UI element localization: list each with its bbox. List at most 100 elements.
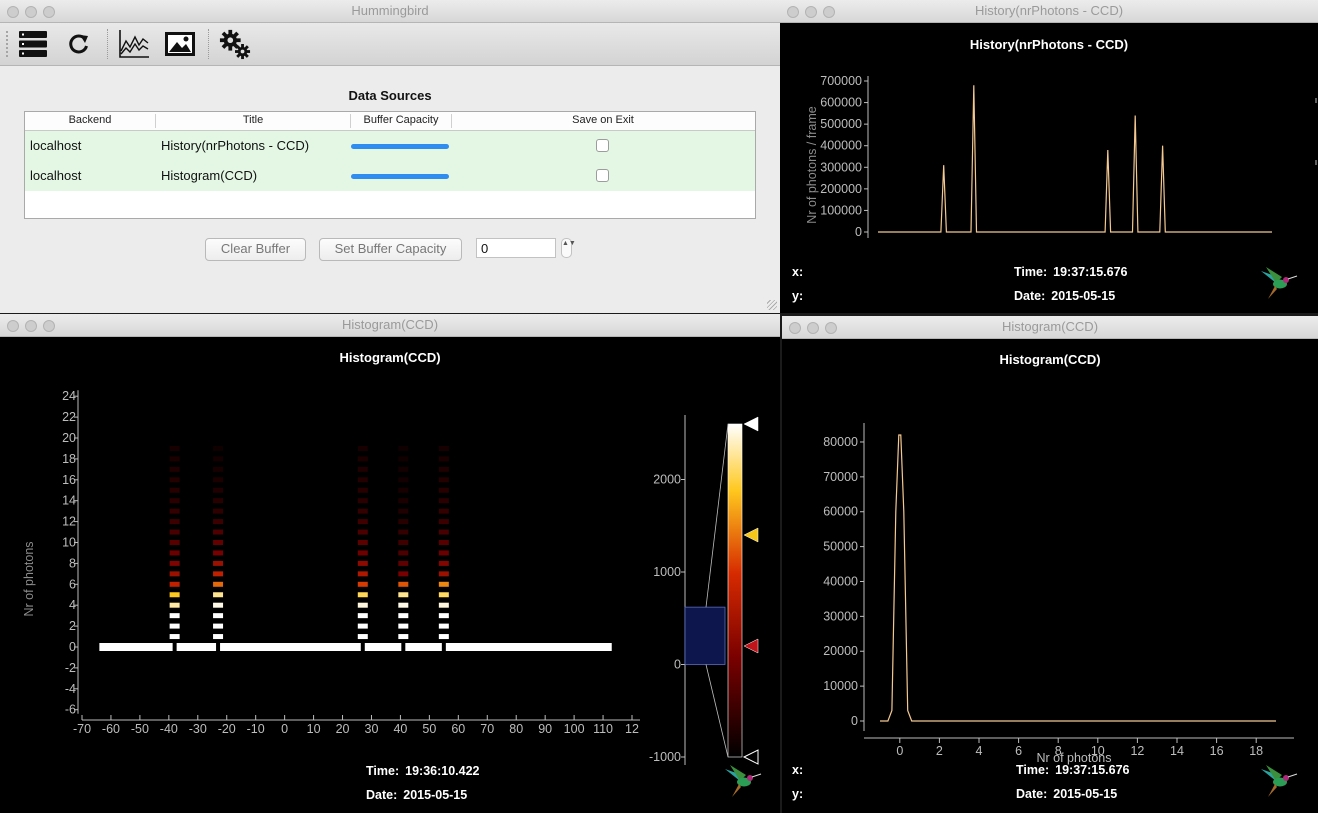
y-tick-label: -2 <box>65 661 76 675</box>
timestamp-time: Time: 19:37:15.676 <box>1014 265 1128 279</box>
heatmap-cell <box>398 634 409 640</box>
settings-gears-icon <box>219 29 251 60</box>
y-tick-label: 50000 <box>823 540 858 554</box>
column-header-save-on-exit[interactable]: Save on Exit <box>452 114 754 126</box>
capacity-stepper[interactable]: ▲▼ <box>561 238 576 258</box>
heatmap-cell <box>357 581 368 587</box>
y-axis-label: Nr of photons / frame <box>805 106 819 223</box>
window-title: Histogram(CCD) <box>1001 319 1099 334</box>
date-label: Date: <box>1014 289 1046 303</box>
y-tick-label: 500000 <box>820 117 862 131</box>
heatmap-cell <box>169 498 180 504</box>
y-tick-label: 40000 <box>823 574 858 588</box>
hummingbird-logo-icon <box>1261 765 1298 797</box>
heatmap-cell <box>169 550 180 556</box>
x-tick-label: 12 <box>1130 744 1144 758</box>
heatmap-cell <box>213 477 224 483</box>
settings-button[interactable] <box>219 28 251 60</box>
heatmap-cell <box>438 508 449 514</box>
timestamp-date: Date: 2015-05-15 <box>366 788 467 802</box>
gradient-handle <box>743 638 759 654</box>
x-tick-label: 12 <box>625 722 639 736</box>
x-tick-label: 16 <box>1210 744 1224 758</box>
y-tick-label: 300000 <box>820 160 862 174</box>
heatmap-cell <box>213 456 224 462</box>
hummingbird-logo-icon <box>725 765 762 797</box>
image-plot-button[interactable] <box>164 28 196 60</box>
heatmap-cell <box>398 613 409 619</box>
heatmap-cell <box>438 571 449 577</box>
x-tick-label: 2 <box>936 744 943 758</box>
heatmap-cell <box>438 623 449 629</box>
heatmap-cell <box>438 445 449 451</box>
x-tick-label: 20 <box>336 722 350 736</box>
column-header-title[interactable]: Title <box>156 114 350 126</box>
heatmap-cell <box>169 560 180 566</box>
y-tick-label: -6 <box>65 703 76 717</box>
toolbar-grip[interactable] <box>6 31 12 57</box>
history-plot-panel: History(nrPhotons - CCD) 0 100000 200000 30… <box>780 23 1318 313</box>
cursor-x-label: x: <box>792 763 804 777</box>
time-value: 19:37:15.676 <box>1055 763 1130 777</box>
window-title: Histogram(CCD) <box>341 317 439 332</box>
column-header-backend[interactable]: Backend <box>25 114 155 126</box>
save-on-exit-checkbox[interactable] <box>596 139 609 152</box>
heatmap-cell <box>398 581 409 587</box>
histogram-line-titlebar[interactable]: Histogram(CCD) <box>782 316 1318 339</box>
y-tick-label: 2 <box>69 619 76 633</box>
set-buffer-capacity-button[interactable]: Set Buffer Capacity <box>319 238 462 261</box>
table-row[interactable]: localhost History(nrPhotons - CCD) <box>25 131 755 161</box>
image-plot-icon <box>165 32 195 56</box>
heatmap-cell <box>357 571 368 577</box>
column-gap <box>172 643 177 651</box>
y-tick-label: 20 <box>62 431 76 445</box>
heatmap-cell <box>213 498 224 504</box>
y-tick-label: 4 <box>69 598 76 612</box>
histogram-image-titlebar[interactable]: Histogram(CCD) <box>0 314 780 337</box>
resize-grip[interactable] <box>767 300 777 310</box>
data-sources-table[interactable]: Backend Title Buffer Capacity Save on Ex… <box>24 111 756 219</box>
title-cell: History(nrPhotons - CCD) <box>161 138 310 153</box>
heatmap-cell <box>357 634 368 640</box>
data-sources-button[interactable] <box>17 28 49 60</box>
heatmap-cell <box>398 592 409 598</box>
histogram-image-chart[interactable]: -6-4-2024681012141618202224-70 -60 -50 -40-… <box>0 337 780 813</box>
heatmap-cell <box>169 571 180 577</box>
table-row[interactable]: localhost Histogram(CCD) <box>25 161 755 191</box>
history-titlebar[interactable]: History(nrPhotons - CCD) <box>780 0 1318 23</box>
title-cell: Histogram(CCD) <box>161 168 258 183</box>
y-tick-label: 22 <box>62 410 76 424</box>
heatmap-cell <box>213 487 224 493</box>
x-tick-label: -40 <box>160 722 178 736</box>
y-tick-label: -4 <box>65 682 76 696</box>
clear-buffer-button[interactable]: Clear Buffer <box>205 238 306 261</box>
heatmap-cell <box>169 581 180 587</box>
histogram-line-chart[interactable]: 0 10000 20000 30000 40000 50000 60000 70000 8000… <box>782 339 1318 813</box>
heatmap-cell <box>438 550 449 556</box>
heatmap-cell <box>169 602 180 608</box>
line-plot-button[interactable] <box>118 28 150 60</box>
cursor-x-label: x: <box>792 265 804 279</box>
x-tick-label: 90 <box>538 722 552 736</box>
colorbar-tick-label: 2000 <box>653 473 681 487</box>
heatmap-cell <box>357 592 368 598</box>
heatmap-cell <box>169 508 180 514</box>
data-sources-icon <box>19 31 47 57</box>
y-tick-label: 0 <box>855 225 862 239</box>
heatmap-cell <box>213 550 224 556</box>
x-tick-label: 40 <box>393 722 407 736</box>
heatmap-cell <box>438 634 449 640</box>
reload-button[interactable] <box>63 28 95 60</box>
main-titlebar[interactable]: Hummingbird <box>0 0 780 23</box>
buffer-capacity-input[interactable]: 0 <box>476 238 556 258</box>
y-tick-label: 200000 <box>820 182 862 196</box>
y-tick-label: 700000 <box>820 74 862 88</box>
x-tick-label: 4 <box>976 744 983 758</box>
column-header-buffer-capacity[interactable]: Buffer Capacity <box>351 114 451 126</box>
y-tick-label: 12 <box>62 515 76 529</box>
heatmap-cell <box>169 477 180 483</box>
timestamp-date: Date: 2015-05-15 <box>1014 289 1115 303</box>
x-tick-label: -10 <box>247 722 265 736</box>
buffer-capacity-bar <box>351 144 449 149</box>
save-on-exit-checkbox[interactable] <box>596 169 609 182</box>
